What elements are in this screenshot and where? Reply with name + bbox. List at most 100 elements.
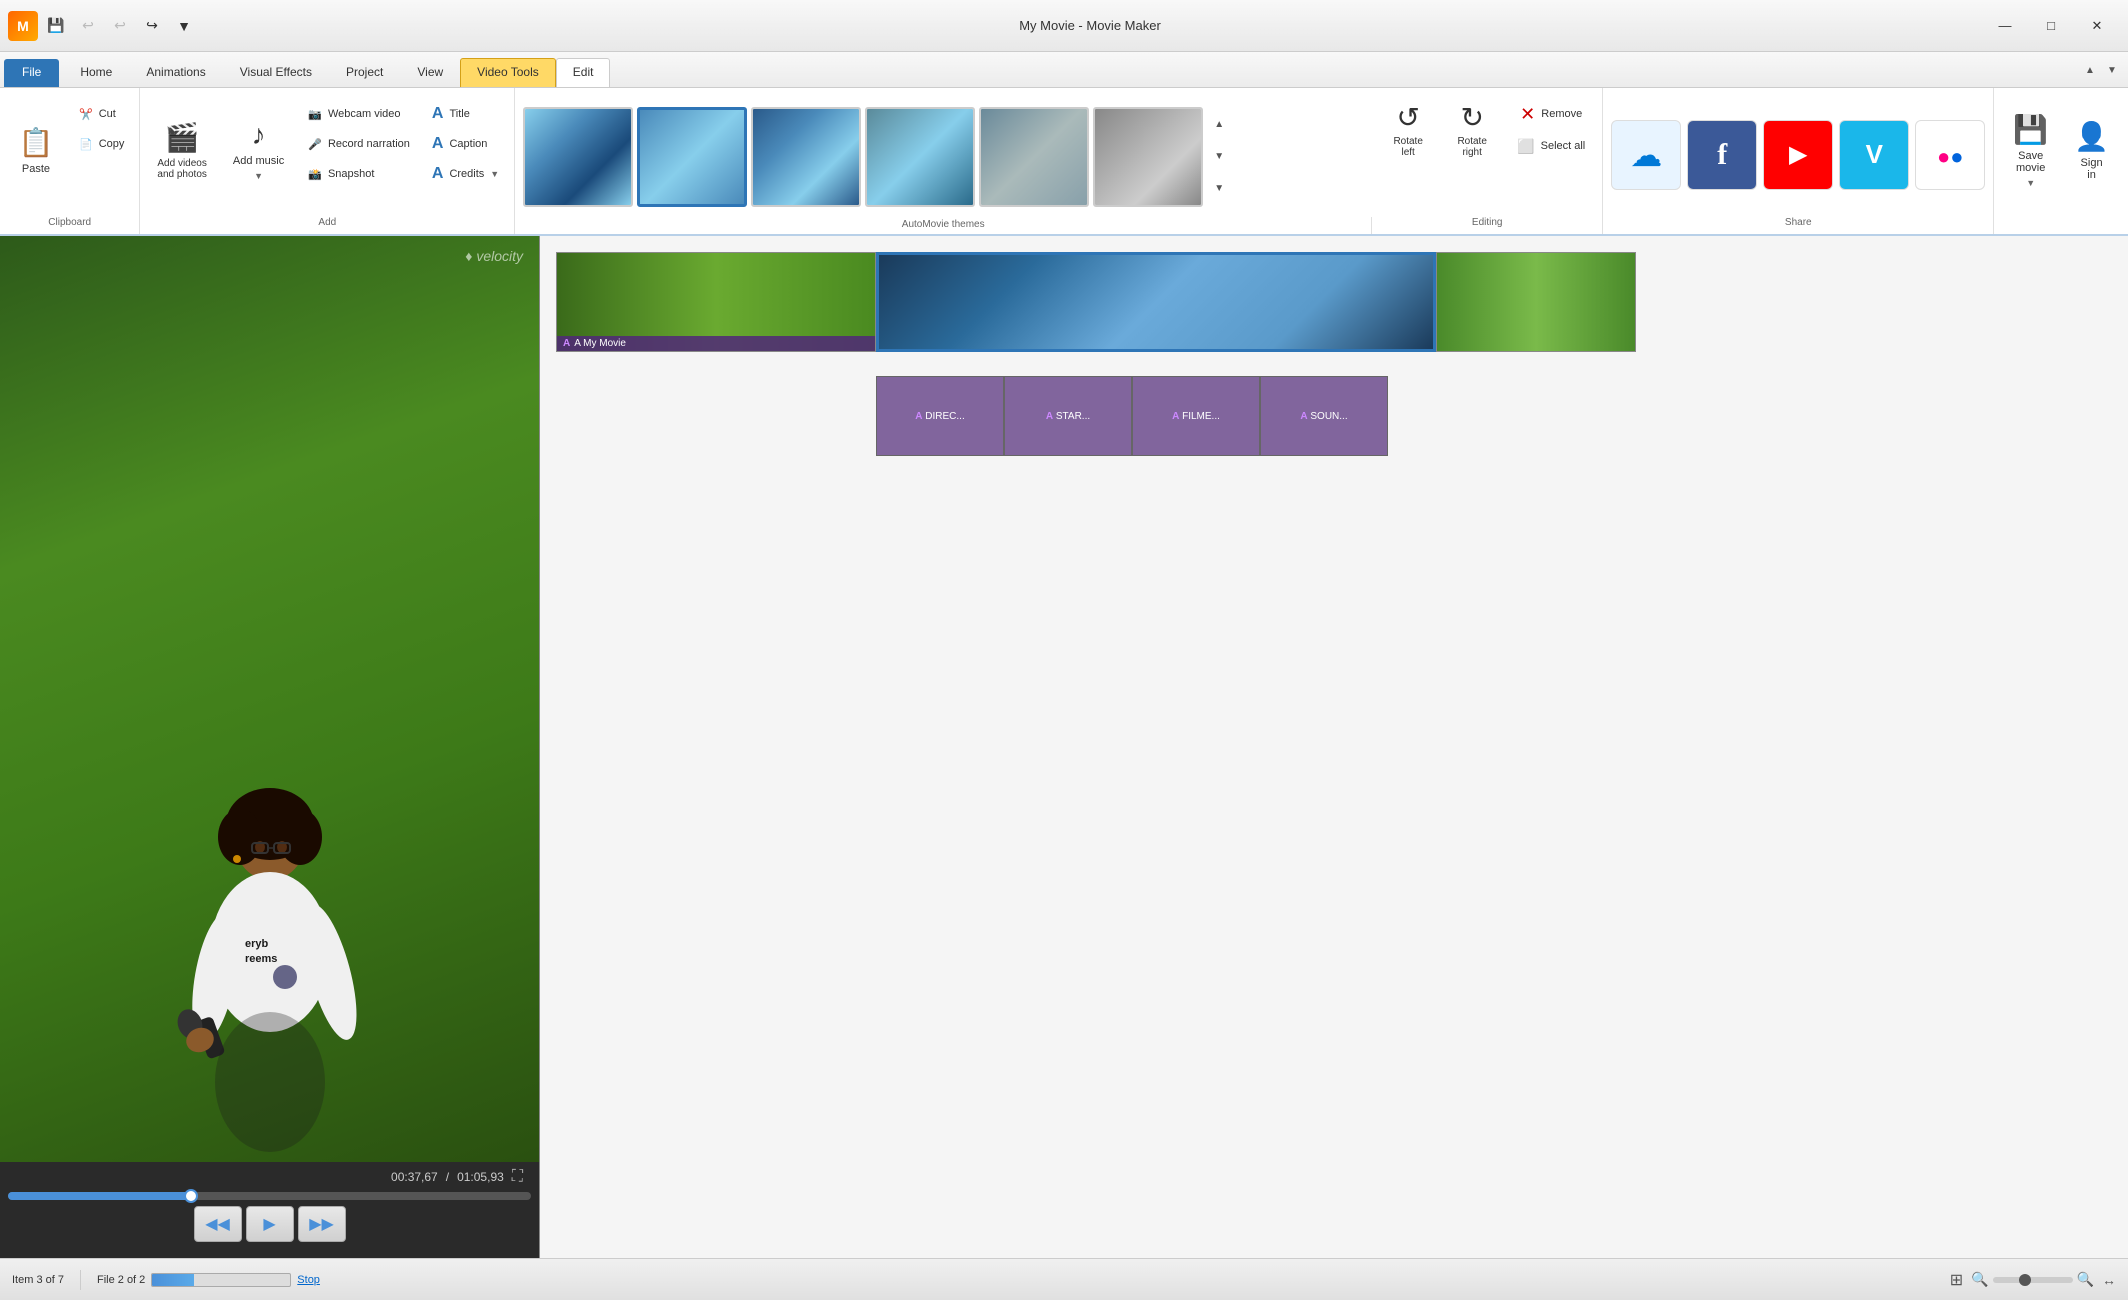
rotate-right-icon: ↻	[1460, 101, 1483, 134]
tab-project[interactable]: Project	[329, 58, 400, 87]
customize-btn[interactable]: ▼	[170, 12, 198, 40]
credits-icon: A	[432, 165, 444, 183]
tab-video-tools[interactable]: Video Tools	[460, 58, 556, 87]
credit-director[interactable]: A DIREC...	[876, 376, 1004, 456]
editing-label: Editing	[1380, 217, 1594, 232]
ribbon-nav: ▲ ▼	[2078, 51, 2124, 87]
add-music-button[interactable]: ♪ Add music ▼	[222, 96, 295, 204]
remove-button[interactable]: ✕ Remove	[1511, 100, 1591, 128]
rotate-col: ↺ Rotate left	[1380, 92, 1436, 217]
rotate-right-button[interactable]: ↻ Rotate right	[1444, 92, 1500, 167]
select-all-button[interactable]: ⬜ Select all	[1508, 132, 1594, 160]
forward-button[interactable]: ▶▶	[298, 1206, 346, 1242]
zoom-in-icon[interactable]: 🔍	[2077, 1271, 2094, 1288]
ribbon-scroll-up[interactable]: ▲	[2080, 55, 2100, 85]
save-btn[interactable]: 💾	[42, 12, 70, 40]
record-narration-button[interactable]: 🎤 Record narration	[299, 130, 419, 158]
zoom-out-icon[interactable]: 🔍	[1971, 1271, 1988, 1288]
themes-scroll-down[interactable]: ▼	[1209, 174, 1229, 204]
status-sep-1	[80, 1270, 81, 1290]
onedrive-button[interactable]: ☁	[1611, 120, 1681, 190]
progress-track[interactable]	[8, 1192, 531, 1200]
tab-edit[interactable]: Edit	[556, 58, 611, 87]
zoom-slider[interactable]	[1993, 1277, 2073, 1283]
fit-icon[interactable]: ↔	[2102, 1272, 2116, 1288]
tab-visual-effects[interactable]: Visual Effects	[223, 58, 329, 87]
rotate-left-icon: ↺	[1396, 101, 1419, 134]
theme-1[interactable]	[523, 107, 633, 207]
maximize-btn[interactable]: □	[2028, 11, 2074, 41]
credit-filmed[interactable]: A FILME...	[1132, 376, 1260, 456]
caption-label: Caption	[449, 138, 487, 150]
zoom-controls: 🔍 🔍	[1971, 1271, 2094, 1288]
progress-bar-container[interactable]	[0, 1192, 539, 1206]
rotate-left-button[interactable]: ↺ Rotate left	[1380, 92, 1436, 167]
title-bar-left: M 💾 ↩ ↩ ↪ ▼	[8, 11, 198, 41]
add-videos-button[interactable]: 🎬 Add videos and photos	[146, 96, 218, 204]
rotate-right-col: ↻ Rotate right	[1444, 92, 1500, 217]
youtube-icon: ▶	[1789, 140, 1807, 169]
clip-1[interactable]: A A My Movie	[556, 252, 876, 352]
editing-content: ↺ Rotate left ↻ Rotate right ✕ Remove ⬜ …	[1380, 92, 1594, 217]
grid-view-icon[interactable]: ⊞	[1950, 1270, 1963, 1290]
save-movie-icon: 💾	[2013, 113, 2048, 146]
snapshot-button[interactable]: 📸 Snapshot	[299, 160, 419, 188]
themes-scroll-up[interactable]: ▲	[1209, 110, 1229, 140]
zoom-thumb[interactable]	[2019, 1274, 2031, 1286]
record-label: Record narration	[328, 138, 410, 150]
cut-button[interactable]: ✂️ Cut	[70, 100, 133, 128]
credit-starring[interactable]: A STAR...	[1004, 376, 1132, 456]
tab-home[interactable]: Home	[63, 58, 129, 87]
theme-3[interactable]	[751, 107, 861, 207]
copy-button[interactable]: 📄 Copy	[70, 130, 133, 158]
add-small-btns: 📷 Webcam video 🎤 Record narration 📸 Snap…	[299, 96, 419, 188]
fullscreen-icon[interactable]: ⛶	[512, 1168, 523, 1186]
theme-4[interactable]	[865, 107, 975, 207]
flickr-button[interactable]: ●●	[1915, 120, 1985, 190]
tab-file[interactable]: File	[4, 59, 59, 87]
paste-button[interactable]: 📋 Paste	[6, 96, 66, 204]
tab-animations[interactable]: Animations	[129, 58, 222, 87]
theme-6[interactable]	[1093, 107, 1203, 207]
credits-button[interactable]: A Credits ▼	[423, 160, 508, 188]
clip-2[interactable]	[876, 252, 1436, 352]
undo-btn[interactable]: ↩	[74, 12, 102, 40]
facebook-button[interactable]: f	[1687, 120, 1757, 190]
copy-icon: 📄	[79, 138, 93, 151]
redo-btn[interactable]: ↪	[138, 12, 166, 40]
youtube-button[interactable]: ▶	[1763, 120, 1833, 190]
webcam-button[interactable]: 📷 Webcam video	[299, 100, 419, 128]
progress-thumb[interactable]	[184, 1189, 198, 1203]
close-btn[interactable]: ✕	[2074, 11, 2120, 41]
preview-panel: ♦ velocity	[0, 236, 540, 1258]
play-button[interactable]: ▶	[246, 1206, 294, 1242]
facebook-icon: f	[1717, 138, 1727, 172]
credit-sound[interactable]: A SOUN...	[1260, 376, 1388, 456]
status-progress-fill	[152, 1274, 193, 1286]
theme-5[interactable]	[979, 107, 1089, 207]
svg-text:eryb: eryb	[245, 938, 269, 950]
tab-view[interactable]: View	[400, 58, 460, 87]
theme-2[interactable]	[637, 107, 747, 207]
copy-label: Copy	[99, 138, 125, 150]
themes-scroll-line[interactable]: ▼	[1209, 142, 1229, 172]
save-movie-button[interactable]: 💾 Save movie ▼	[2002, 96, 2059, 204]
playback-controls: ◀◀ ▶ ▶▶	[194, 1206, 346, 1258]
back-button[interactable]: ◀◀	[194, 1206, 242, 1242]
sign-in-button[interactable]: 👤 Sign in	[2063, 96, 2120, 204]
minimize-btn[interactable]: —	[1982, 11, 2028, 41]
title-button[interactable]: A Title	[423, 100, 508, 128]
clipboard-label: Clipboard	[48, 217, 91, 232]
vimeo-button[interactable]: V	[1839, 120, 1909, 190]
undo-arrow-btn[interactable]: ↩	[106, 12, 134, 40]
stop-button[interactable]: Stop	[297, 1274, 320, 1286]
editing-group: ↺ Rotate left ↻ Rotate right ✕ Remove ⬜ …	[1372, 88, 1603, 234]
person-figure: eryb reems	[130, 782, 410, 1162]
ribbon-scroll-down[interactable]: ▼	[2102, 55, 2122, 85]
ribbon-tabs: File Home Animations Visual Effects Proj…	[0, 52, 2128, 88]
save-movie-label: Save movie	[2016, 150, 2045, 174]
clipboard-content: 📋 Paste ✂️ Cut 📄 Copy	[6, 92, 133, 217]
add-music-label: Add music	[233, 155, 284, 167]
clip-3[interactable]	[1436, 252, 1636, 352]
caption-button[interactable]: A Caption	[423, 130, 508, 158]
